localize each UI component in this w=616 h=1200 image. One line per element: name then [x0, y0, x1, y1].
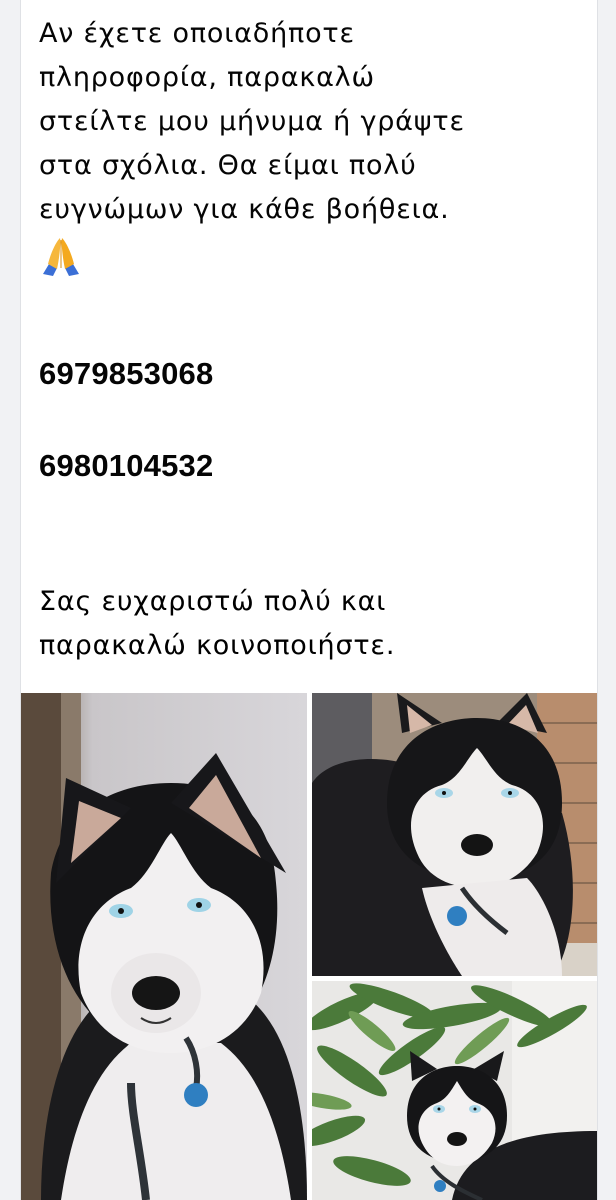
post-card: Αν έχετε οποιαδήποτε πληροφορία, παρακαλ…	[20, 0, 598, 1200]
husky-closeup-photo[interactable]	[21, 693, 307, 1200]
post-text: Αν έχετε οποιαδήποτε πληροφορία, παρακαλ…	[39, 12, 587, 278]
phone-number-1[interactable]: 6979853068	[39, 356, 213, 392]
post-paragraph-info-request: Αν έχετε οποιαδήποτε πληροφορία, παρακαλ…	[39, 18, 465, 225]
praying-hands-icon	[39, 234, 83, 278]
post-paragraph-thanks: Σας ευχαριστώ πολύ και παρακαλώ κοινοποι…	[39, 586, 396, 661]
husky-lying-photo[interactable]	[312, 693, 597, 976]
husky-plants-photo[interactable]	[312, 981, 597, 1200]
phone-number-2[interactable]: 6980104532	[39, 448, 213, 484]
